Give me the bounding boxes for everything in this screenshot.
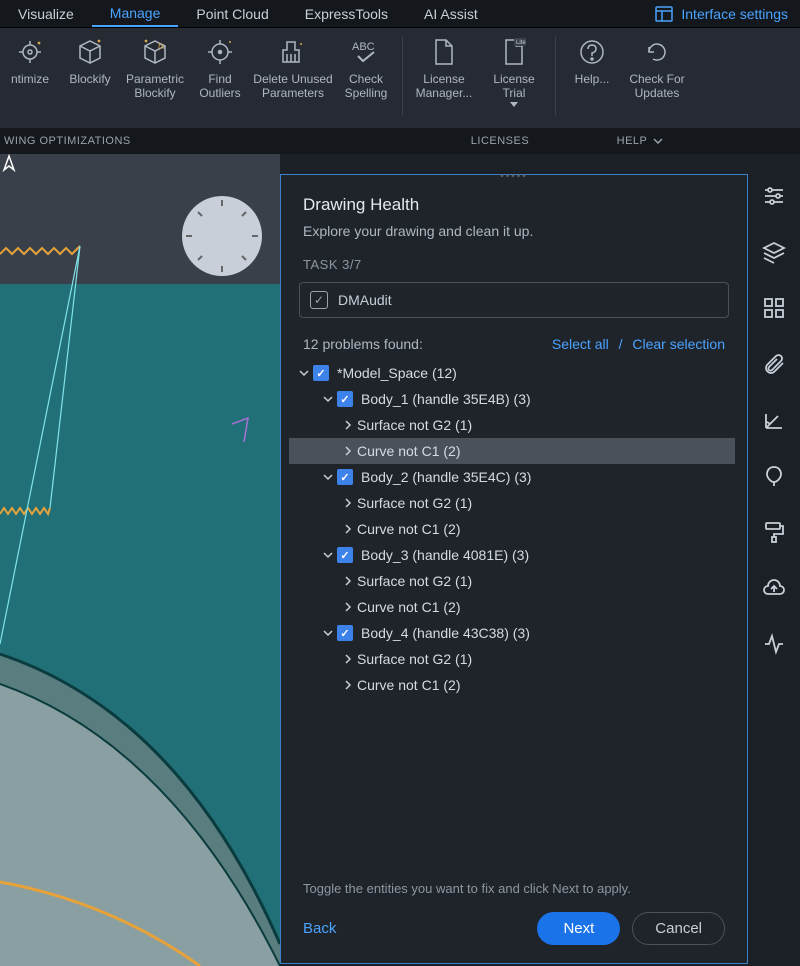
tab-manage[interactable]: Manage xyxy=(92,1,179,27)
document-icon xyxy=(432,38,456,66)
cloud-upload-icon[interactable] xyxy=(762,576,786,600)
check-outline-icon xyxy=(310,291,328,309)
right-sidebar xyxy=(748,154,800,966)
abc-check-icon: ABC xyxy=(350,38,382,66)
problems-tree[interactable]: *Model_Space (12) Body_1 (handle 35E4B) … xyxy=(281,360,747,871)
checkbox[interactable] xyxy=(313,365,329,381)
angle-icon[interactable] xyxy=(762,408,786,432)
tree-row-issue[interactable]: Curve not C1 (2) xyxy=(289,594,735,620)
tree-row-body[interactable]: Body_1 (handle 35E4B) (3) xyxy=(289,386,735,412)
caret-down-icon[interactable] xyxy=(295,364,313,382)
tab-point-cloud[interactable]: Point Cloud xyxy=(178,2,286,26)
document-lite-icon: Lite xyxy=(502,38,526,66)
cube-sparkle-icon xyxy=(76,38,104,66)
paperclip-icon[interactable] xyxy=(762,352,786,376)
interface-settings-button[interactable]: Interface settings xyxy=(655,6,800,22)
delete-unused-parameters-button[interactable]: Delete Unused Parameters xyxy=(250,36,336,102)
tree-row-issue[interactable]: Surface not G2 (1) xyxy=(289,646,735,672)
license-trial-button[interactable]: Lite License Trial xyxy=(479,36,549,116)
checkbox[interactable] xyxy=(337,391,353,407)
north-indicator-icon xyxy=(0,154,18,172)
drawing-canvas[interactable] xyxy=(0,154,280,966)
caret-down-icon[interactable] xyxy=(319,546,337,564)
tree-row-root[interactable]: *Model_Space (12) xyxy=(289,360,735,386)
task-name: DMAudit xyxy=(338,292,392,308)
tab-visualize[interactable]: Visualize xyxy=(0,2,92,26)
refresh-icon xyxy=(643,38,671,66)
svg-text:Lite: Lite xyxy=(516,40,526,46)
check-for-updates-button[interactable]: Check For Updates xyxy=(622,36,692,102)
caret-right-icon[interactable] xyxy=(339,572,357,590)
cancel-button[interactable]: Cancel xyxy=(632,912,725,945)
parametric-blockify-button[interactable]: fx Parametric Blockify xyxy=(120,36,190,102)
brush-icon xyxy=(279,38,307,66)
footer-hint: Toggle the entities you want to fix and … xyxy=(281,871,747,906)
sliders-icon[interactable] xyxy=(762,184,786,208)
help-button[interactable]: Help... xyxy=(562,36,622,88)
caret-right-icon[interactable] xyxy=(339,520,357,538)
check-spelling-button[interactable]: ABC Check Spelling xyxy=(336,36,396,102)
select-all-link[interactable]: Select all xyxy=(552,336,609,352)
panel-subtitle: Explore your drawing and clean it up. xyxy=(281,223,747,257)
window-icon xyxy=(655,6,673,22)
task-progress-label: TASK 3/7 xyxy=(281,257,747,282)
svg-text:fx: fx xyxy=(158,42,165,51)
caret-down-icon[interactable] xyxy=(319,468,337,486)
find-outliers-button[interactable]: Find Outliers xyxy=(190,36,250,102)
drawing-health-panel: ••••• Drawing Health Explore your drawin… xyxy=(280,174,748,964)
clear-selection-link[interactable]: Clear selection xyxy=(632,336,725,352)
paint-roller-icon[interactable] xyxy=(762,520,786,544)
layers-icon[interactable] xyxy=(762,240,786,264)
section-help[interactable]: HELP xyxy=(580,135,700,147)
caret-right-icon[interactable] xyxy=(339,650,357,668)
panel-drag-handle[interactable]: ••••• xyxy=(500,171,528,182)
tree-row-issue[interactable]: Surface not G2 (1) xyxy=(289,568,735,594)
balloon-icon[interactable] xyxy=(762,464,786,488)
chevron-down-icon xyxy=(653,138,663,144)
caret-right-icon[interactable] xyxy=(339,442,357,460)
tree-row-issue[interactable]: Curve not C1 (2) xyxy=(289,516,735,542)
tab-ai-assist[interactable]: AI Assist xyxy=(406,2,496,26)
tree-row-issue[interactable]: Surface not G2 (1) xyxy=(289,490,735,516)
caret-right-icon[interactable] xyxy=(339,676,357,694)
checkbox[interactable] xyxy=(337,547,353,563)
section-drawing-optimizations: WING OPTIMIZATIONS xyxy=(0,135,420,147)
panel-title: Drawing Health xyxy=(281,175,747,223)
tab-express-tools[interactable]: ExpressTools xyxy=(287,2,406,26)
chevron-down-icon xyxy=(510,102,518,108)
grid-icon[interactable] xyxy=(762,296,786,320)
license-manager-button[interactable]: License Manager... xyxy=(409,36,479,102)
question-circle-icon xyxy=(578,38,606,66)
next-button[interactable]: Next xyxy=(537,912,620,945)
tree-row-body[interactable]: Body_3 (handle 4081E) (3) xyxy=(289,542,735,568)
blockify-button[interactable]: Blockify xyxy=(60,36,120,88)
optimize-button[interactable]: ntimize xyxy=(0,36,60,88)
checkbox[interactable] xyxy=(337,469,353,485)
checkbox[interactable] xyxy=(337,625,353,641)
section-licenses: LICENSES xyxy=(420,135,580,147)
gear-sparkle-icon xyxy=(16,38,44,66)
caret-down-icon[interactable] xyxy=(319,624,337,642)
caret-down-icon[interactable] xyxy=(319,390,337,408)
tree-row-body[interactable]: Body_2 (handle 35E4C) (3) xyxy=(289,464,735,490)
svg-text:ABC: ABC xyxy=(352,41,375,53)
caret-right-icon[interactable] xyxy=(339,494,357,512)
task-select-box[interactable]: DMAudit xyxy=(299,282,729,318)
interface-settings-label: Interface settings xyxy=(681,6,788,22)
cube-fx-icon: fx xyxy=(141,38,169,66)
tree-row-issue[interactable]: Surface not G2 (1) xyxy=(289,412,735,438)
back-button[interactable]: Back xyxy=(303,920,336,937)
caret-right-icon[interactable] xyxy=(339,416,357,434)
tree-row-issue[interactable]: Curve not C1 (2) xyxy=(289,672,735,698)
tree-row-body[interactable]: Body_4 (handle 43C38) (3) xyxy=(289,620,735,646)
caret-right-icon[interactable] xyxy=(339,598,357,616)
target-icon xyxy=(206,38,234,66)
activity-icon[interactable] xyxy=(762,632,786,656)
problems-found-label: 12 problems found: xyxy=(303,336,423,352)
tree-row-issue-selected[interactable]: Curve not C1 (2) xyxy=(289,438,735,464)
